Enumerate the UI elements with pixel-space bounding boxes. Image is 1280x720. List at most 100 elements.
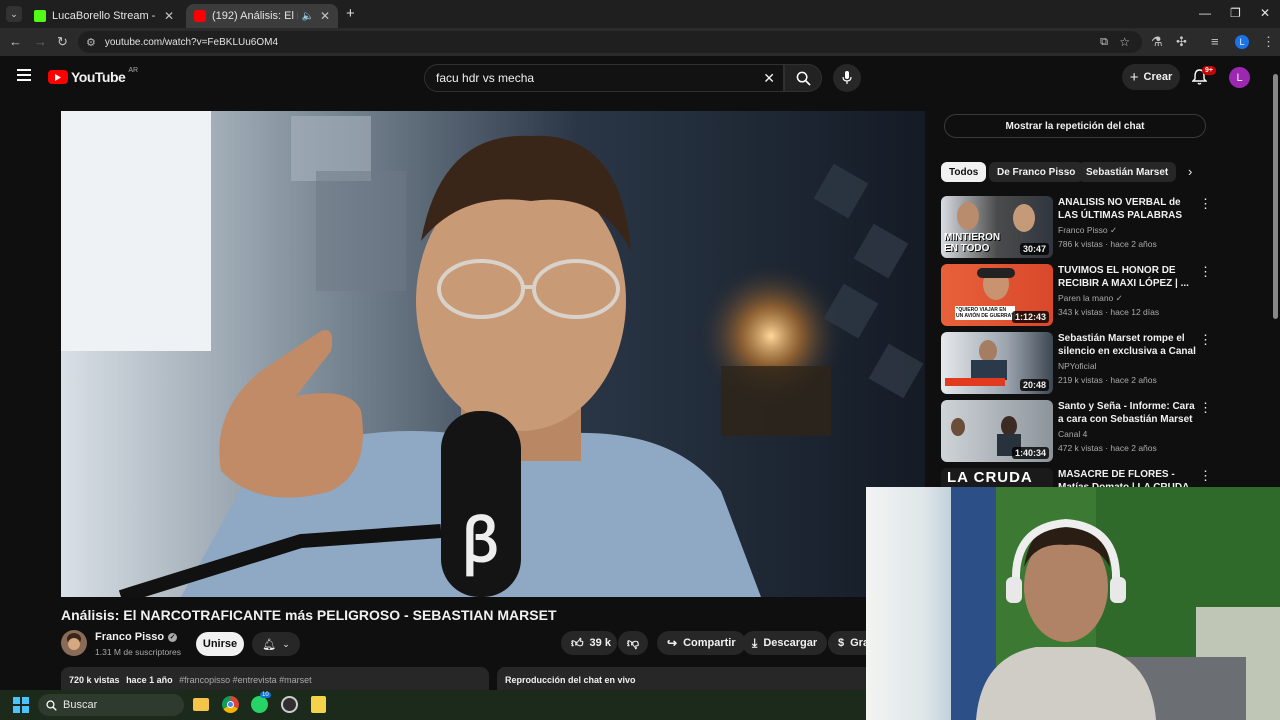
clear-search-icon[interactable]: ✕: [763, 70, 775, 87]
video-duration: 1:40:34: [1011, 447, 1049, 459]
thumbnail-caption: MINTIERON EN TODO: [944, 232, 1001, 254]
more-options-icon[interactable]: ⋮: [1199, 332, 1212, 348]
video-duration: 20:48: [1019, 379, 1049, 391]
app-icon[interactable]: [311, 696, 326, 713]
search-icon: [796, 71, 811, 86]
extension-icon[interactable]: ⚗: [1151, 34, 1163, 50]
cast-icon[interactable]: ⧉: [1100, 36, 1108, 49]
share-icon: ↪: [667, 636, 678, 650]
more-options-icon[interactable]: ⋮: [1199, 400, 1212, 416]
more-options-icon[interactable]: ⋮: [1199, 468, 1211, 484]
back-icon[interactable]: ←: [9, 34, 22, 49]
chevron-right-icon[interactable]: ›: [1188, 164, 1192, 179]
video-thumbnail[interactable]: MINTIERON EN TODO 30:47: [941, 196, 1053, 258]
minimize-icon[interactable]: —: [1199, 6, 1211, 20]
recommendation-title: ANALISIS NO VERBAL de LAS ÚLTIMAS PALABR…: [1058, 197, 1183, 221]
hashtags[interactable]: #francopisso #entrevista #marset: [179, 675, 312, 685]
share-button[interactable]: ↪ Compartir: [657, 631, 746, 655]
upload-age: hace 1 año: [126, 675, 173, 685]
chat-button-label: Mostrar la repetición del chat: [1005, 120, 1145, 132]
recommendation-channel: Franco Pisso ✓: [1058, 225, 1118, 235]
recommendation-item[interactable]: 20:48 Sebastián Marset rompe el silencio…: [941, 332, 1212, 394]
recommendation-item[interactable]: 1:40:34 Santo y Seña - Informe: Cara a c…: [941, 400, 1212, 462]
tab-search-button[interactable]: ⌄: [6, 6, 22, 22]
reload-icon[interactable]: ↻: [57, 34, 68, 50]
puzzle-extensions-icon[interactable]: ✣: [1176, 34, 1187, 50]
whatsapp-icon[interactable]: 10: [251, 692, 271, 713]
search-input[interactable]: facu hdr vs mecha ✕: [424, 64, 784, 92]
address-bar[interactable]: ⚙ youtube.com/watch?v=FeBKLUu6OM4 ⧉ ☆: [78, 31, 1142, 53]
search-value: facu hdr vs mecha: [436, 71, 535, 85]
bookmark-star-icon[interactable]: ☆: [1119, 35, 1130, 49]
chip-todos[interactable]: Todos: [941, 162, 987, 182]
channel-name[interactable]: Franco Pisso ✓: [95, 631, 178, 643]
recommendation-channel: Canal 4: [1058, 429, 1088, 439]
restore-icon[interactable]: ❐: [1230, 6, 1241, 20]
search-button[interactable]: [784, 64, 822, 92]
youtube-logo[interactable]: YouTube AR: [48, 66, 139, 85]
site-info-icon[interactable]: ⚙: [86, 36, 96, 49]
chip-franco-pisso[interactable]: De Franco Pisso: [989, 162, 1084, 182]
video-thumbnail[interactable]: LA CRUDA: [941, 468, 1053, 487]
dislike-button[interactable]: 👎︎: [618, 631, 648, 655]
thumbnail-caption: LA CRUDA: [947, 469, 1033, 486]
join-label: Unirse: [202, 638, 238, 650]
share-label: Compartir: [683, 637, 736, 649]
forward-icon[interactable]: →: [34, 34, 47, 49]
recommendation-title: Sebastián Marset rompe el silencio en ex…: [1058, 333, 1196, 357]
country-code: AR: [128, 66, 139, 74]
speaker-icon[interactable]: 🔈: [301, 11, 313, 22]
show-chat-replay-button[interactable]: Mostrar la repetición del chat: [944, 114, 1206, 138]
recommendation-item[interactable]: MINTIERON EN TODO 30:47 ANALISIS NO VERB…: [941, 196, 1212, 258]
windows-taskbar: Buscar 10: [0, 690, 866, 720]
chrome-icon[interactable]: [222, 696, 239, 713]
tab-youtube-video[interactable]: (192) Análisis: El NARCOTRAFIC 🔈 ✕: [186, 4, 338, 28]
thumbnail-caption: "QUIERO VIAJAR EN UN AVIÓN DE GUERRA": [955, 306, 1015, 320]
obs-icon[interactable]: [281, 696, 298, 713]
video-thumbnail[interactable]: 20:48: [941, 332, 1053, 394]
video-player[interactable]: ꞵ: [61, 111, 925, 597]
download-icon: ⤓: [752, 635, 758, 650]
chip-sebastian-marset[interactable]: Sebastián Marset: [1078, 162, 1177, 182]
menu-kebab-icon[interactable]: ⋮: [1262, 34, 1275, 50]
join-button[interactable]: Unirse: [196, 632, 244, 656]
whatsapp-badge: 10: [260, 692, 271, 698]
more-options-icon[interactable]: ⋮: [1199, 196, 1212, 212]
new-tab-button[interactable]: +: [346, 5, 355, 22]
video-frame-image: ꞵ: [61, 111, 925, 597]
voice-search-button[interactable]: [833, 64, 861, 92]
notifications-button[interactable]: 9+: [1191, 66, 1216, 90]
recommendation-item[interactable]: LA CRUDA MASACRE DE FLORES - Matías Doma…: [941, 468, 1211, 487]
more-options-icon[interactable]: ⋮: [1199, 264, 1212, 280]
close-window-icon[interactable]: ✕: [1260, 6, 1270, 20]
video-thumbnail[interactable]: 1:40:34: [941, 400, 1053, 462]
windows-start-icon[interactable]: [13, 697, 29, 713]
taskbar-search[interactable]: Buscar: [38, 694, 184, 716]
thanks-icon: $: [838, 637, 845, 649]
like-button[interactable]: 👍︎ 39 k: [561, 631, 617, 655]
reading-list-icon[interactable]: ≡: [1211, 34, 1219, 49]
notification-bell-button[interactable]: 🔔︎ ⌄: [252, 632, 300, 656]
verified-icon: ✓: [1109, 225, 1118, 235]
hamburger-menu-icon[interactable]: [17, 69, 31, 81]
video-thumbnail[interactable]: "QUIERO VIAJAR EN UN AVIÓN DE GUERRA" 1:…: [941, 264, 1053, 326]
account-avatar[interactable]: L: [1229, 67, 1250, 88]
close-icon[interactable]: ✕: [164, 9, 174, 23]
file-explorer-icon[interactable]: [193, 698, 209, 711]
logo-text: YouTube: [71, 69, 126, 85]
chat-replay-label: Reproducción del chat en vivo: [505, 675, 636, 685]
download-button[interactable]: ⤓ Descargar: [742, 631, 828, 655]
tab-kick-dashboard[interactable]: LucaBorello Stream - Kick Dashb ✕: [26, 4, 182, 28]
channel-avatar[interactable]: [61, 630, 87, 656]
chip-label: Sebastián Marset: [1086, 166, 1169, 178]
close-icon[interactable]: ✕: [320, 9, 330, 23]
plus-icon: +: [1129, 68, 1139, 86]
recommendation-item[interactable]: "QUIERO VIAJAR EN UN AVIÓN DE GUERRA" 1:…: [941, 264, 1212, 326]
thumbs-down-icon: 👎︎: [626, 635, 640, 650]
recommendation-meta: 472 k vistas · hace 2 años: [1058, 443, 1157, 453]
recommendation-title: Santo y Seña - Informe: Cara a cara con …: [1058, 401, 1195, 425]
scrollbar-thumb[interactable]: [1273, 74, 1278, 319]
create-button[interactable]: + Crear: [1122, 64, 1180, 90]
profile-avatar[interactable]: L: [1235, 35, 1249, 49]
recommendation-meta: 786 k vistas · hace 2 años: [1058, 239, 1157, 249]
